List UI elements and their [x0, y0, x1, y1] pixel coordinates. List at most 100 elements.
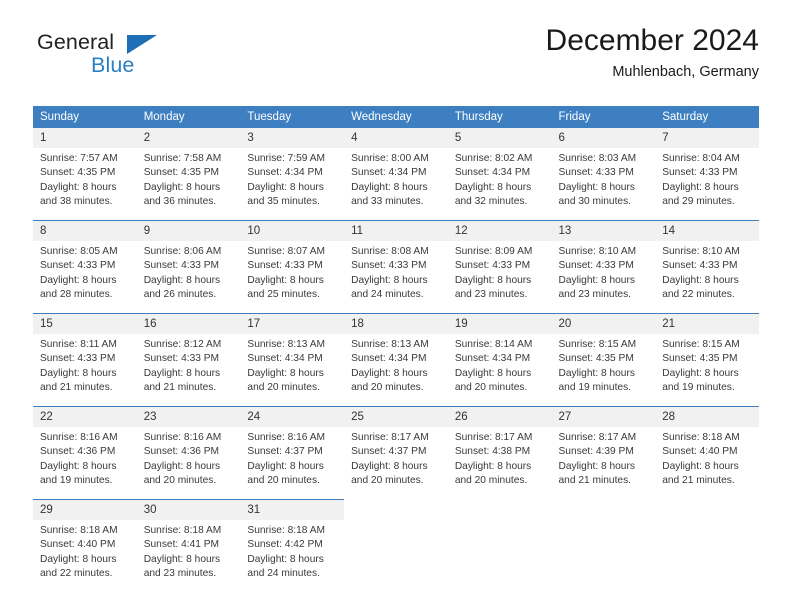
- day-number: 15: [40, 318, 53, 330]
- day-cell[interactable]: Sunrise: 8:15 AM Sunset: 4:35 PM Daylight:…: [655, 334, 759, 407]
- day-number-cell[interactable]: 5: [447, 128, 552, 148]
- day-cell[interactable]: Sunrise: 8:03 AM Sunset: 4:33 PM Daylight:…: [552, 148, 656, 221]
- day-cell[interactable]: Sunrise: 8:09 AM Sunset: 4:33 PM Daylight:…: [448, 241, 552, 314]
- day-number-cell[interactable]: 17: [240, 313, 345, 334]
- day-number-cell[interactable]: 24: [240, 406, 345, 427]
- day-cell[interactable]: Sunrise: 7:58 AM Sunset: 4:35 PM Daylight:…: [137, 148, 241, 221]
- day-number-cell[interactable]: 1: [33, 128, 137, 148]
- day-cell[interactable]: Sunrise: 8:06 AM Sunset: 4:33 PM Daylight:…: [137, 241, 241, 314]
- day-cell[interactable]: Sunrise: 8:18 AM Sunset: 4:42 PM Daylight:…: [240, 520, 344, 592]
- empty-day-cell: [655, 520, 759, 592]
- day-number-cell[interactable]: 30: [136, 499, 241, 520]
- sunset-text: Sunset: 4:33 PM: [558, 260, 634, 272]
- day-number-cell[interactable]: 13: [551, 220, 656, 241]
- sunrise-text: Sunrise: 8:09 AM: [454, 246, 533, 257]
- daylight-text-line2: and 20 minutes.: [247, 381, 320, 393]
- sunset-text: Sunset: 4:33 PM: [662, 167, 738, 179]
- day-cell[interactable]: Sunrise: 8:07 AM Sunset: 4:33 PM Daylight:…: [240, 241, 344, 314]
- day-number-cell[interactable]: 31: [240, 499, 345, 520]
- day-cell[interactable]: Sunrise: 8:05 AM Sunset: 4:33 PM Daylight:…: [33, 241, 137, 314]
- day-details: Sunrise: 8:14 AM Sunset: 4:34 PM Daylight:…: [448, 334, 552, 395]
- day-number-cell[interactable]: 10: [240, 220, 345, 241]
- day-number-cell[interactable]: 12: [447, 220, 552, 241]
- empty-day-number-cell: [655, 499, 759, 520]
- general-blue-logo[interactable]: General Blue: [33, 28, 253, 86]
- day-number-cell[interactable]: 6: [551, 128, 656, 148]
- day-number: [655, 507, 759, 513]
- sunrise-text: Sunrise: 8:16 AM: [40, 432, 118, 443]
- day-number-cell[interactable]: 2: [136, 128, 241, 148]
- day-number: 28: [662, 411, 676, 423]
- day-cell[interactable]: Sunrise: 8:08 AM Sunset: 4:33 PM Daylight:…: [344, 241, 448, 314]
- day-cell[interactable]: Sunrise: 8:18 AM Sunset: 4:41 PM Daylight:…: [137, 520, 241, 592]
- day-number-cell[interactable]: 15: [33, 313, 137, 334]
- day-cell[interactable]: Sunrise: 7:57 AM Sunset: 4:35 PM Daylight:…: [33, 148, 137, 221]
- day-cell[interactable]: Sunrise: 8:12 AM Sunset: 4:33 PM Daylight:…: [137, 334, 241, 407]
- sunrise-text: Sunrise: 7:59 AM: [247, 153, 325, 164]
- day-cell[interactable]: Sunrise: 8:10 AM Sunset: 4:33 PM Daylight:…: [552, 241, 656, 314]
- sunset-text: Sunset: 4:40 PM: [40, 539, 116, 551]
- day-number: 20: [558, 318, 572, 330]
- day-cell[interactable]: Sunrise: 8:18 AM Sunset: 4:40 PM Daylight:…: [33, 520, 137, 592]
- day-number-cell[interactable]: 22: [33, 406, 137, 427]
- day-number-cell[interactable]: 9: [136, 220, 241, 241]
- day-number-cell[interactable]: 8: [33, 220, 137, 241]
- day-number-cell[interactable]: 28: [655, 406, 759, 427]
- day-details: Sunrise: 7:57 AM Sunset: 4:35 PM Daylight:…: [33, 148, 137, 209]
- sunrise-text: Sunrise: 8:03 AM: [558, 153, 637, 164]
- day-cell[interactable]: Sunrise: 8:17 AM Sunset: 4:38 PM Daylight:…: [448, 427, 552, 500]
- day-number: 2: [143, 132, 151, 144]
- day-number-cell[interactable]: 18: [344, 313, 448, 334]
- day-details: Sunrise: 8:10 AM Sunset: 4:33 PM Daylight:…: [552, 241, 656, 302]
- day-number-cell[interactable]: 25: [344, 406, 448, 427]
- day-number-cell[interactable]: 29: [33, 499, 137, 520]
- day-cell[interactable]: Sunrise: 8:14 AM Sunset: 4:34 PM Daylight:…: [448, 334, 552, 407]
- daylight-text-line2: and 23 minutes.: [558, 288, 632, 300]
- day-details: Sunrise: 8:07 AM Sunset: 4:33 PM Daylight:…: [240, 241, 344, 302]
- day-number-cell[interactable]: 3: [240, 128, 345, 148]
- day-cell[interactable]: Sunrise: 8:18 AM Sunset: 4:40 PM Daylight:…: [655, 427, 759, 500]
- day-cell[interactable]: Sunrise: 8:04 AM Sunset: 4:33 PM Daylight:…: [655, 148, 759, 221]
- day-number-cell[interactable]: 14: [655, 220, 759, 241]
- day-number: 12: [454, 225, 468, 237]
- daylight-text-line2: and 20 minutes.: [454, 381, 528, 393]
- sunset-text: Sunset: 4:33 PM: [351, 260, 427, 272]
- day-number-cell[interactable]: 16: [136, 313, 241, 334]
- day-cell[interactable]: Sunrise: 8:00 AM Sunset: 4:34 PM Daylight:…: [344, 148, 448, 221]
- day-number-cell[interactable]: 26: [447, 406, 552, 427]
- day-cell[interactable]: Sunrise: 8:13 AM Sunset: 4:34 PM Daylight:…: [344, 334, 448, 407]
- day-cell[interactable]: Sunrise: 8:16 AM Sunset: 4:37 PM Daylight:…: [240, 427, 344, 500]
- sunset-text: Sunset: 4:41 PM: [143, 539, 220, 551]
- sunset-text: Sunset: 4:36 PM: [40, 446, 116, 458]
- day-cell[interactable]: Sunrise: 8:16 AM Sunset: 4:36 PM Daylight:…: [137, 427, 241, 500]
- daylight-text-line2: and 33 minutes.: [351, 195, 424, 207]
- day-details: Sunrise: 8:10 AM Sunset: 4:33 PM Daylight:…: [655, 241, 759, 302]
- empty-day-number-cell: [447, 499, 552, 520]
- day-details: Sunrise: 8:17 AM Sunset: 4:38 PM Daylight:…: [448, 427, 552, 488]
- calendar-grid: Sunday Monday Tuesday Wednesday Thursday…: [33, 106, 759, 592]
- day-number-cell[interactable]: 27: [551, 406, 656, 427]
- day-cell[interactable]: Sunrise: 8:15 AM Sunset: 4:35 PM Daylight:…: [552, 334, 656, 407]
- day-cell[interactable]: Sunrise: 8:02 AM Sunset: 4:34 PM Daylight:…: [448, 148, 552, 221]
- day-number-cell[interactable]: 21: [655, 313, 759, 334]
- day-number-cell[interactable]: 19: [447, 313, 552, 334]
- daylight-text-line1: Daylight: 8 hours: [40, 460, 117, 472]
- day-cell[interactable]: Sunrise: 8:17 AM Sunset: 4:39 PM Daylight:…: [552, 427, 656, 500]
- day-details: Sunrise: 8:15 AM Sunset: 4:35 PM Daylight:…: [655, 334, 759, 395]
- day-number-cell[interactable]: 7: [655, 128, 759, 148]
- day-cell[interactable]: Sunrise: 7:59 AM Sunset: 4:34 PM Daylight:…: [240, 148, 344, 221]
- day-number: 19: [454, 318, 468, 330]
- day-details: Sunrise: 8:03 AM Sunset: 4:33 PM Daylight:…: [552, 148, 656, 209]
- day-cell[interactable]: Sunrise: 8:13 AM Sunset: 4:34 PM Daylight:…: [240, 334, 344, 407]
- day-number-cell[interactable]: 23: [136, 406, 241, 427]
- day-number-cell[interactable]: 20: [551, 313, 656, 334]
- day-cell[interactable]: Sunrise: 8:10 AM Sunset: 4:33 PM Daylight:…: [655, 241, 759, 314]
- sunset-text: Sunset: 4:34 PM: [351, 353, 427, 365]
- day-cell[interactable]: Sunrise: 8:17 AM Sunset: 4:37 PM Daylight:…: [344, 427, 448, 500]
- day-number-cell[interactable]: 4: [344, 128, 448, 148]
- day-number: 25: [351, 411, 364, 423]
- day-number-cell[interactable]: 11: [344, 220, 448, 241]
- sunrise-text: Sunrise: 8:18 AM: [662, 432, 740, 443]
- day-cell[interactable]: Sunrise: 8:16 AM Sunset: 4:36 PM Daylight:…: [33, 427, 137, 500]
- day-cell[interactable]: Sunrise: 8:11 AM Sunset: 4:33 PM Daylight:…: [33, 334, 137, 407]
